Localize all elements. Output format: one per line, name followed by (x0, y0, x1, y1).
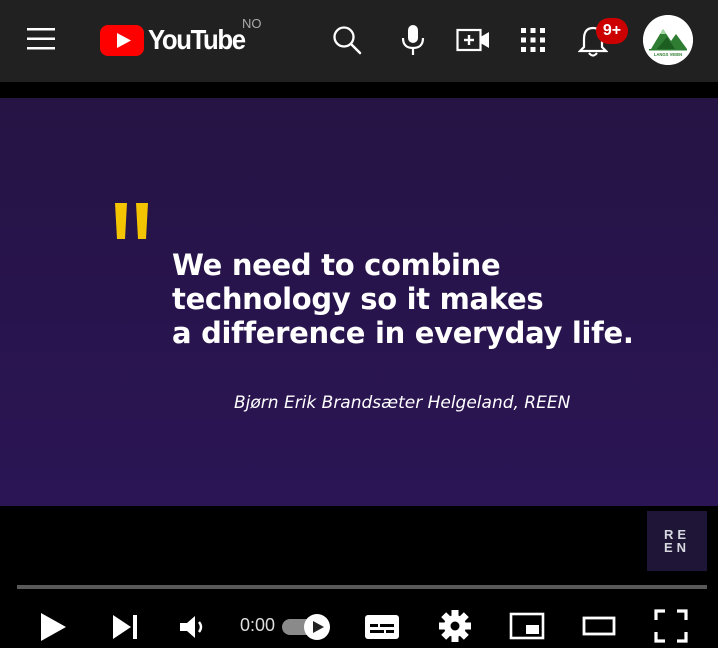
quote-line: a difference in everyday life. (172, 316, 634, 350)
region-code: NO (242, 16, 262, 31)
create-video-icon[interactable] (456, 27, 490, 53)
time-display: 0:00 (240, 615, 276, 635)
youtube-logo[interactable]: YouTube (100, 24, 253, 56)
search-icon[interactable] (332, 25, 362, 55)
video-frame: We need to combine technology so it make… (0, 98, 718, 506)
next-icon[interactable] (110, 613, 140, 641)
quote-line: We need to combine (172, 248, 501, 282)
watermark-line: EN (663, 540, 691, 555)
subtitles-icon[interactable] (364, 612, 400, 642)
fullscreen-icon[interactable] (654, 609, 688, 643)
quote-attribution: Bjørn Erik Brandsæter Helgeland, REEN (234, 393, 571, 413)
quotation-mark-icon (115, 203, 148, 239)
miniplayer-icon[interactable] (509, 611, 545, 641)
notification-count-badge: 9+ (596, 18, 628, 44)
video-player[interactable]: We need to combine technology so it make… (0, 82, 718, 648)
apps-grid-icon[interactable] (520, 27, 546, 53)
avatar[interactable]: LANGS VEIEN (643, 15, 693, 65)
masthead: YouTube NO 9+ LANGS VEIEN (0, 0, 718, 82)
menu-icon[interactable] (27, 28, 55, 50)
avatar-label: LANGS VEIEN (654, 52, 682, 57)
volume-icon[interactable] (178, 614, 208, 640)
settings-gear-icon[interactable] (438, 609, 472, 643)
channel-watermark[interactable]: RE EN (647, 511, 707, 571)
youtube-play-logo-icon (100, 24, 144, 56)
quote-line: technology so it makes (172, 282, 544, 316)
mic-icon[interactable] (400, 24, 426, 56)
progress-bar[interactable] (17, 585, 707, 589)
autoplay-toggle[interactable] (282, 613, 334, 641)
avatar-mountain-logo-icon: LANGS VEIEN (643, 15, 693, 65)
play-icon[interactable] (38, 611, 68, 643)
theater-mode-icon[interactable] (582, 615, 616, 637)
logo-wordmark: YouTube (148, 24, 246, 55)
